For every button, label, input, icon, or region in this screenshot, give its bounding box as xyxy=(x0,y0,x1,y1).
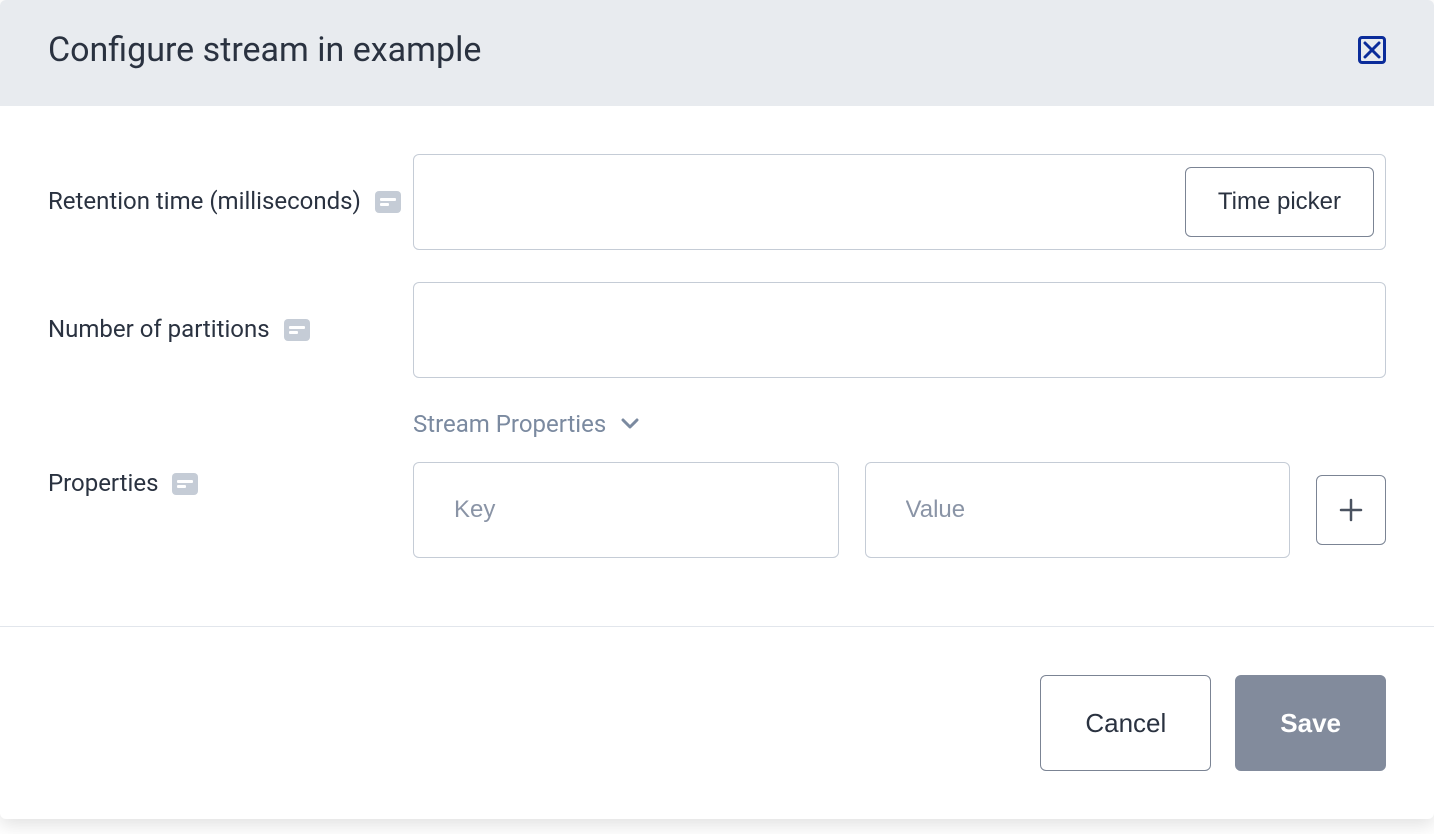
time-picker-button[interactable]: Time picker xyxy=(1185,167,1374,237)
partitions-input[interactable] xyxy=(413,282,1386,378)
info-icon[interactable] xyxy=(375,191,401,213)
modal-footer: Cancel Save xyxy=(0,626,1434,819)
stream-properties-toggle[interactable]: Stream Properties xyxy=(413,410,1386,438)
info-icon[interactable] xyxy=(284,319,310,341)
partitions-row: Number of partitions xyxy=(48,282,1386,378)
properties-row: Properties Stream Properties xyxy=(48,410,1386,558)
modal-body: Retention time (milliseconds) Time picke… xyxy=(0,106,1434,626)
retention-label-col: Retention time (milliseconds) xyxy=(48,185,413,219)
chevron-down-icon xyxy=(620,417,640,431)
partitions-label: Number of partitions xyxy=(48,313,270,347)
retention-label: Retention time (milliseconds) xyxy=(48,185,361,219)
retention-input-wrap: Time picker xyxy=(413,154,1386,250)
add-property-button[interactable] xyxy=(1316,475,1386,545)
property-value-input[interactable] xyxy=(865,462,1291,558)
plus-icon xyxy=(1337,496,1365,524)
configure-stream-modal: Configure stream in example Retention ti… xyxy=(0,0,1434,819)
modal-header: Configure stream in example xyxy=(0,0,1434,106)
info-icon[interactable] xyxy=(172,473,198,495)
close-button[interactable] xyxy=(1358,36,1386,64)
partitions-input-col xyxy=(413,282,1386,378)
modal-title: Configure stream in example xyxy=(48,30,481,70)
save-button[interactable]: Save xyxy=(1235,675,1386,771)
properties-input-col: Stream Properties xyxy=(413,410,1386,558)
retention-row: Retention time (milliseconds) Time picke… xyxy=(48,154,1386,250)
property-key-input[interactable] xyxy=(413,462,839,558)
stream-properties-toggle-label: Stream Properties xyxy=(413,410,606,438)
cancel-button[interactable]: Cancel xyxy=(1040,675,1211,771)
properties-label-col: Properties xyxy=(48,467,413,501)
properties-label: Properties xyxy=(48,467,158,501)
close-icon xyxy=(1363,41,1381,59)
partitions-label-col: Number of partitions xyxy=(48,313,413,347)
property-kv-row xyxy=(413,462,1386,558)
retention-input-col: Time picker xyxy=(413,154,1386,250)
